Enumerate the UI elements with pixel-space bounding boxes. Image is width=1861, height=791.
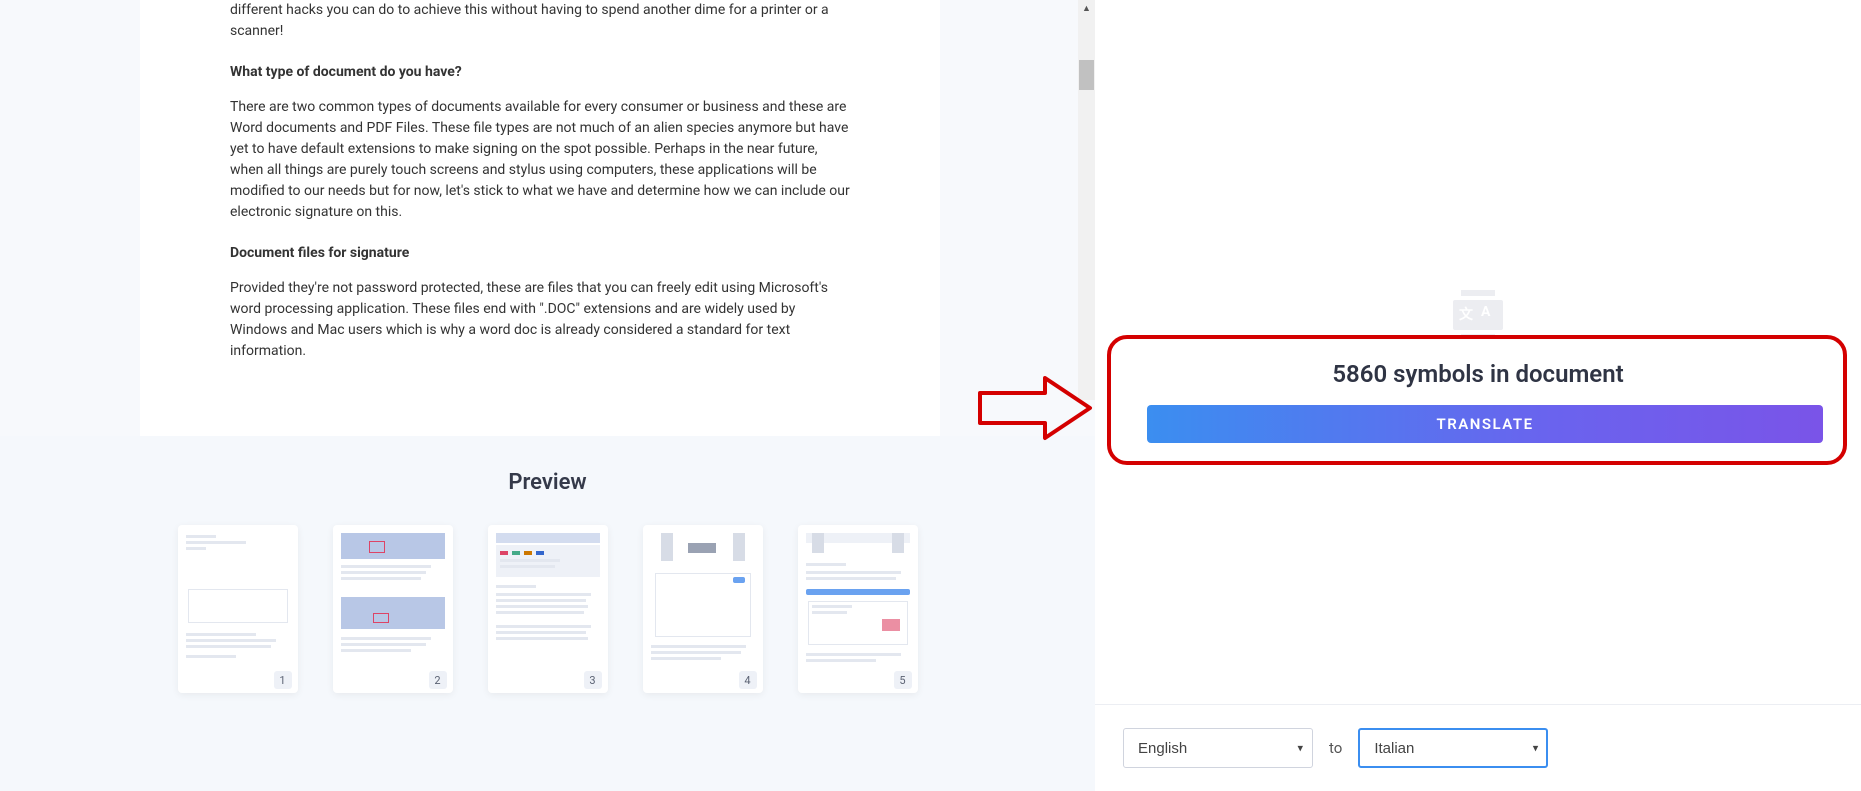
scrollbar-track[interactable]: ▲	[1078, 0, 1095, 400]
scrollbar-thumb[interactable]	[1079, 60, 1094, 90]
main-layout: different hacks you can do to achieve th…	[0, 0, 1861, 791]
annotation-highlight-box	[1107, 335, 1847, 465]
page-thumbnail[interactable]: 2	[333, 525, 453, 693]
page-thumbnail[interactable]: 4	[643, 525, 763, 693]
to-label: to	[1329, 739, 1342, 757]
page-thumbnail[interactable]: 3	[488, 525, 608, 693]
symbols-count-text: 5860 symbols in document	[1095, 360, 1861, 388]
document-paragraph: different hacks you can do to achieve th…	[230, 0, 850, 42]
page-number-badge: 5	[894, 671, 912, 689]
source-language-select[interactable]: English	[1123, 728, 1313, 768]
page-thumbnail[interactable]: 1	[178, 525, 298, 693]
document-scroll-area: different hacks you can do to achieve th…	[0, 0, 1095, 436]
page-thumbnail[interactable]: 5	[798, 525, 918, 693]
document-paragraph: Provided they're not password protected,…	[230, 278, 850, 362]
page-number-badge: 1	[274, 671, 292, 689]
page-number-badge: 3	[584, 671, 602, 689]
document-viewer: different hacks you can do to achieve th…	[140, 0, 940, 436]
preview-title: Preview	[0, 470, 1095, 495]
divider	[1095, 704, 1861, 705]
document-heading: What type of document do you have?	[230, 62, 850, 83]
document-heading: Document files for signature	[230, 243, 850, 264]
left-column: different hacks you can do to achieve th…	[0, 0, 1095, 791]
page-number-badge: 4	[739, 671, 757, 689]
translate-button[interactable]: TRANSLATE	[1147, 405, 1823, 443]
thumbnail-row: 1 2	[0, 525, 1095, 693]
page-number-badge: 2	[429, 671, 447, 689]
annotation-arrow-icon	[975, 373, 1095, 443]
scroll-up-icon[interactable]: ▲	[1078, 0, 1095, 17]
preview-section: Preview 1	[0, 436, 1095, 791]
target-language-select[interactable]: Italian	[1358, 728, 1548, 768]
language-selector-row: English to Italian	[1123, 728, 1851, 768]
right-sidebar: 文 A 5860 symbols in document TRANSLATE E…	[1095, 0, 1861, 791]
translate-icon: 文 A	[1453, 290, 1503, 340]
document-paragraph: There are two common types of documents …	[230, 97, 850, 223]
